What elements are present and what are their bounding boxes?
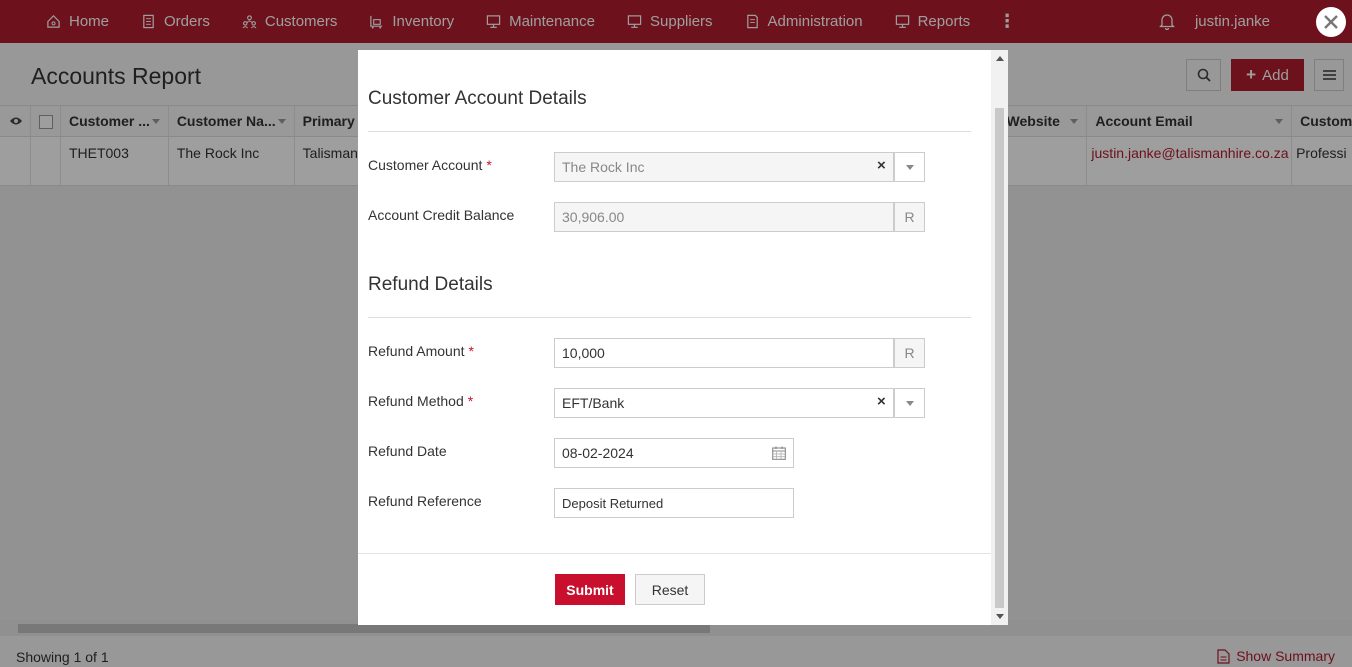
chevron-down-icon [905, 164, 914, 170]
section-divider [368, 131, 971, 132]
modal-scrollbar[interactable] [991, 50, 1008, 625]
modal-footer-divider [358, 553, 991, 554]
refund-reference-input[interactable]: Deposit Returned [554, 488, 794, 518]
refund-date-input[interactable]: 08-02-2024 [554, 438, 794, 468]
credit-balance-label: Account Credit Balance [368, 207, 515, 223]
clear-selection-icon[interactable]: × [877, 157, 886, 174]
close-modal-button[interactable] [1316, 7, 1346, 37]
section-title-refund-details: Refund Details [368, 274, 493, 295]
refund-date-label: Refund Date [368, 443, 447, 459]
modal-scrollbar-thumb[interactable] [995, 108, 1004, 608]
required-marker: * [486, 157, 492, 173]
credit-balance-field: 30,906.00 [554, 202, 894, 232]
refund-modal: Customer Account Details Customer Accoun… [358, 50, 1008, 625]
customer-account-select[interactable]: The Rock Inc [554, 152, 894, 182]
reset-button[interactable]: Reset [635, 574, 705, 605]
refund-method-dropdown-arrow[interactable] [894, 388, 925, 418]
section-title-customer-account: Customer Account Details [368, 88, 587, 109]
customer-account-label: Customer Account * [368, 157, 492, 173]
refund-method-select[interactable]: EFT/Bank [554, 388, 894, 418]
refund-amount-input[interactable]: 10,000 [554, 338, 894, 368]
close-icon [1324, 15, 1338, 29]
section-divider [368, 317, 971, 318]
currency-addon: R [894, 338, 925, 368]
chevron-down-icon [905, 400, 914, 406]
required-marker: * [468, 343, 474, 359]
scroll-up-icon[interactable] [996, 56, 1004, 61]
scroll-down-icon[interactable] [996, 614, 1004, 619]
refund-amount-label: Refund Amount * [368, 343, 474, 359]
refund-method-label: Refund Method * [368, 393, 474, 409]
calendar-icon[interactable] [772, 446, 786, 460]
currency-addon: R [894, 202, 925, 232]
submit-button[interactable]: Submit [555, 574, 625, 605]
refund-reference-label: Refund Reference [368, 493, 482, 509]
required-marker: * [467, 393, 474, 409]
clear-selection-icon[interactable]: × [877, 393, 886, 410]
customer-account-dropdown-arrow[interactable] [894, 152, 925, 182]
